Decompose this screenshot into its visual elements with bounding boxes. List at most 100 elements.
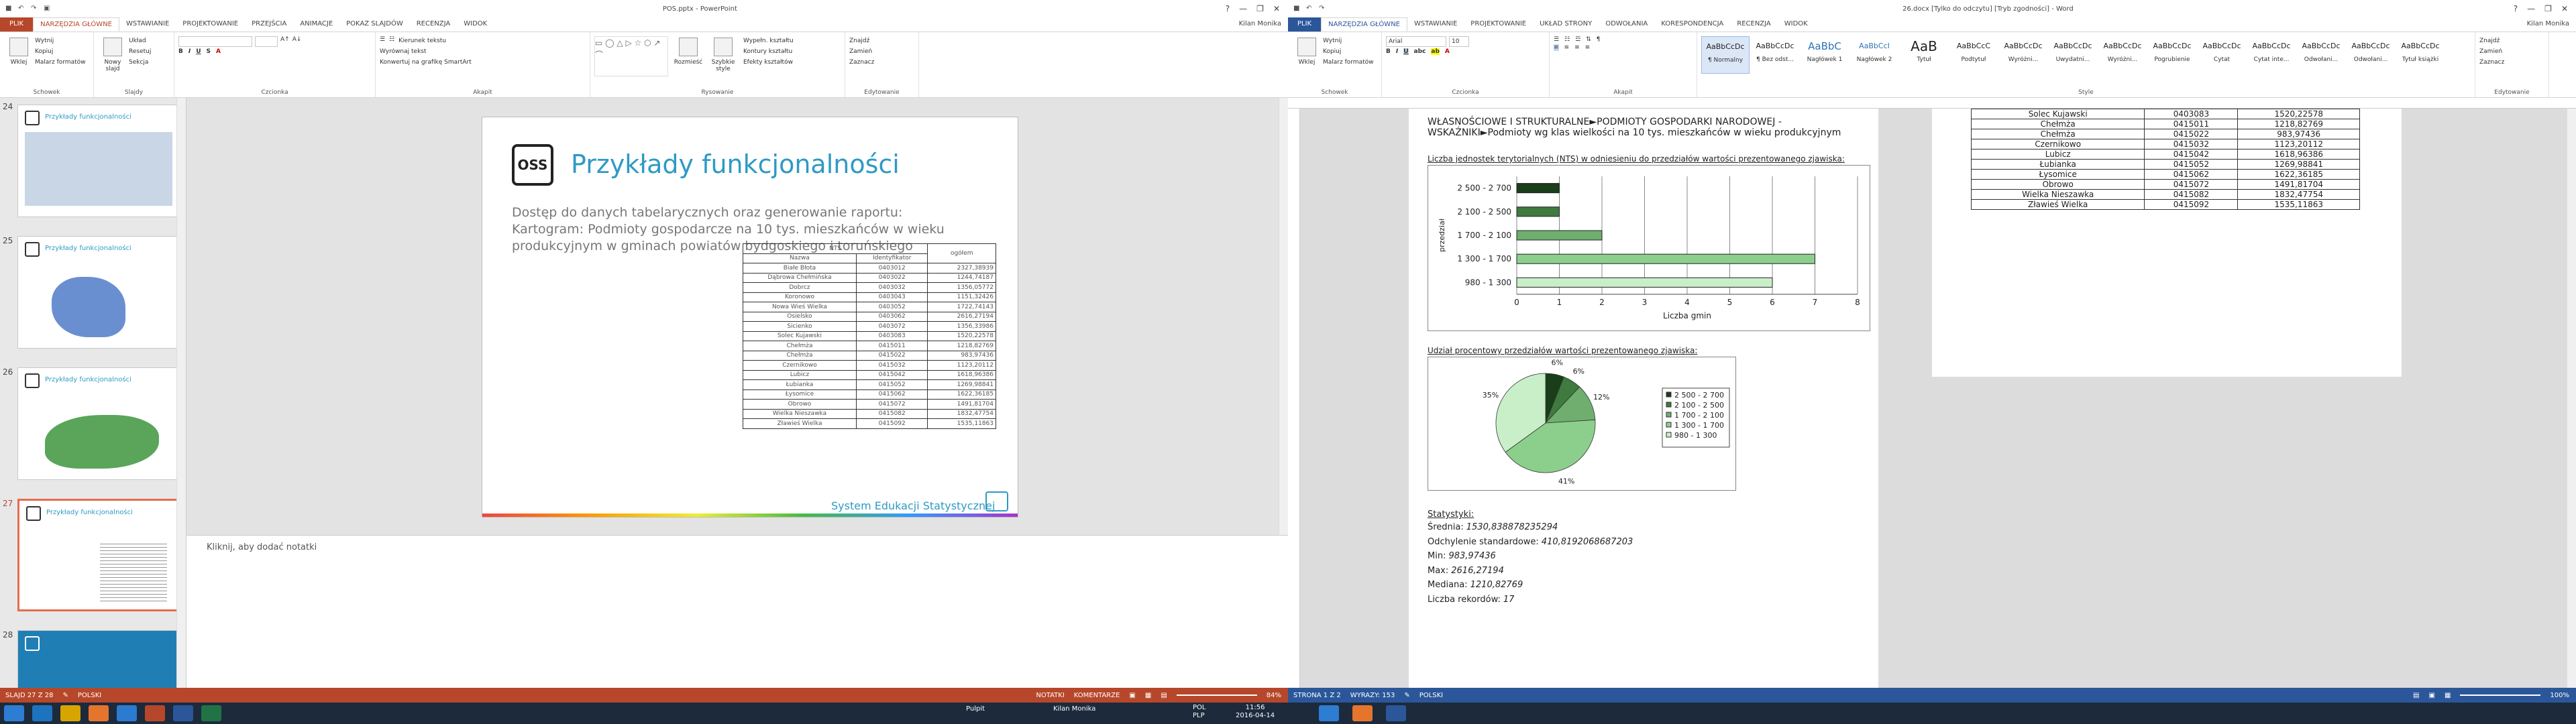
restore-icon[interactable]: ❐ — [1256, 4, 1264, 13]
format-painter-button[interactable]: Malarz formatów — [35, 58, 85, 67]
bullets-icon[interactable]: ☰ — [380, 36, 385, 46]
taskbar-app-firefox-icon[interactable] — [89, 705, 109, 721]
tab-layout[interactable]: UKŁAD STRONY — [1533, 17, 1599, 32]
format-painter-button[interactable]: Malarz formatów — [1323, 58, 1373, 67]
tab-transitions[interactable]: PRZEJŚCIA — [245, 17, 293, 32]
word-count[interactable]: WYRAZY: 153 — [1350, 692, 1395, 699]
view-normal-icon[interactable]: ▣ — [1129, 692, 1135, 699]
bullets-icon[interactable]: ☰ — [1554, 36, 1559, 43]
style-item[interactable]: AaBbCcDc Tytuł książki — [2396, 36, 2445, 74]
start-button-2[interactable] — [1319, 705, 1339, 721]
layout-button[interactable]: Układ — [129, 36, 151, 46]
copy-button[interactable]: Kopiuj — [1323, 47, 1373, 56]
tray-clock[interactable]: 11:56 2016-04-14 — [1236, 704, 1275, 720]
slide-thumbnails-pane[interactable]: 24 Przykłady funkcjonalności 25 Przykład… — [0, 98, 186, 688]
slide-scrollbar[interactable] — [1279, 98, 1288, 535]
replace-button[interactable]: Zamień — [849, 47, 914, 56]
cut-button[interactable]: Wytnij — [1323, 36, 1373, 46]
align-right-icon[interactable]: ≡ — [1574, 44, 1580, 51]
align-left-icon[interactable]: ≡ — [1554, 44, 1559, 51]
view-sorter-icon[interactable]: ▦ — [1145, 692, 1151, 699]
strike-icon[interactable]: abc — [1414, 48, 1426, 55]
zoom-level[interactable]: 100% — [2550, 692, 2569, 699]
style-item[interactable]: AaBbCcDc Cytat inte... — [2247, 36, 2296, 74]
spellcheck-icon[interactable]: ✎ — [62, 692, 68, 699]
tab-slideshow[interactable]: POKAZ SLAJDÓW — [339, 17, 410, 32]
grow-font-icon[interactable]: A↑ — [280, 36, 290, 47]
current-slide[interactable]: OSS Przykłady funkcjonalności Dostęp do … — [482, 117, 1018, 518]
italic-icon[interactable]: I — [189, 48, 191, 55]
font-color-icon[interactable]: A — [1445, 48, 1450, 55]
select-button[interactable]: Zaznacz — [2479, 58, 2544, 67]
spellcheck-icon[interactable]: ✎ — [1404, 692, 1409, 699]
undo-icon[interactable]: ↶ — [18, 5, 27, 13]
zoom-slider[interactable] — [1176, 695, 1257, 696]
numbering-icon[interactable]: ☷ — [389, 36, 394, 46]
style-item[interactable]: AaBbCcDc Wyróżni... — [2098, 36, 2147, 74]
slide-thumb-27[interactable]: Przykłady funkcjonalności — [17, 499, 178, 611]
slide-title[interactable]: Przykłady funkcjonalności — [571, 149, 900, 179]
save-icon[interactable]: ■ — [5, 5, 14, 13]
reset-button[interactable]: Resetuj — [129, 47, 151, 56]
highlight-icon[interactable]: ab — [1431, 48, 1440, 55]
shapes-gallery[interactable]: ▭ ◯ △ ▷ ☆ ⬡ ↗ ⌒ — [594, 36, 668, 76]
taskbar-app-explorer-icon[interactable] — [60, 705, 80, 721]
font-name-combo[interactable]: Arial — [1386, 36, 1446, 47]
thumbs-scrollbar[interactable] — [176, 98, 186, 688]
justify-icon[interactable]: ≡ — [1585, 44, 1591, 51]
taskbar-app-powerpoint-icon[interactable] — [145, 705, 165, 721]
bold-icon[interactable]: B — [178, 48, 183, 55]
help-icon[interactable]: ? — [2514, 4, 2518, 13]
minimize-icon[interactable]: — — [1239, 4, 1247, 13]
pilcrow-icon[interactable]: ¶ — [1597, 36, 1601, 43]
shrink-font-icon[interactable]: A↓ — [292, 36, 302, 47]
page-counter[interactable]: STRONA 1 Z 2 — [1293, 692, 1341, 699]
font-size-combo[interactable] — [255, 36, 278, 47]
paste-button[interactable]: Wklej — [1292, 36, 1322, 86]
underline-icon[interactable]: U — [196, 48, 201, 55]
taskbar2-app-firefox-icon[interactable] — [1352, 705, 1373, 721]
tab-references[interactable]: ODWOŁANIA — [1599, 17, 1654, 32]
notes-button[interactable]: NOTATKI — [1036, 692, 1064, 699]
style-item[interactable]: AaBbCcDc ¶ Bez odst... — [1751, 36, 1799, 74]
help-icon[interactable]: ? — [1226, 4, 1230, 13]
align-text-button[interactable]: Wyrównaj tekst — [380, 47, 586, 56]
style-item[interactable]: AaB Tytuł — [1900, 36, 1948, 74]
redo-icon[interactable]: ↷ — [31, 5, 40, 13]
pie-chart[interactable]: 6% 6% 12% 41% 35% 2 500 - 2 700 2 100 - 2 500 1… — [1428, 357, 1736, 491]
tray-label[interactable]: Pulpit — [966, 705, 985, 713]
paste-button[interactable]: Wklej — [4, 36, 34, 86]
close-icon[interactable]: ✕ — [1273, 4, 1280, 13]
taskbar-app-outlook-icon[interactable] — [117, 705, 137, 721]
font-size-combo[interactable]: 10 — [1449, 36, 1469, 47]
taskbar-app-word-icon[interactable] — [173, 705, 193, 721]
find-button[interactable]: Znajdź — [849, 36, 914, 46]
view-reading-icon[interactable]: ▤ — [1161, 692, 1167, 699]
notes-pane[interactable]: Kliknij, aby dodać notatki — [186, 535, 1288, 688]
taskbar-app-excel-icon[interactable] — [201, 705, 221, 721]
vertical-ruler[interactable] — [1288, 109, 1300, 688]
tab-mailings[interactable]: KORESPONDENCJA — [1654, 17, 1730, 32]
close-icon[interactable]: ✕ — [2561, 4, 2568, 13]
horizontal-ruler[interactable] — [1288, 98, 2576, 109]
multilevel-icon[interactable]: ☲ — [1575, 36, 1580, 43]
copy-button[interactable]: Kopiuj — [35, 47, 85, 56]
style-item[interactable]: AaBbCcDc ¶ Normalny — [1701, 36, 1750, 74]
taskbar-app-ie-icon[interactable] — [32, 705, 52, 721]
style-item[interactable]: AaBbCcDc Uwydatni... — [2049, 36, 2097, 74]
style-item[interactable]: AaBbCcDc Pogrubienie — [2148, 36, 2196, 74]
shape-outline-button[interactable]: Kontury kształtu — [743, 47, 794, 56]
minimize-icon[interactable]: — — [2527, 4, 2535, 13]
zoom-level[interactable]: 84% — [1267, 692, 1281, 699]
section-button[interactable]: Sekcja — [129, 58, 151, 67]
language-indicator[interactable]: POLSKI — [1419, 692, 1443, 699]
tray-language[interactable]: POL PLP — [1193, 704, 1205, 720]
save-icon[interactable]: ■ — [1293, 5, 1302, 13]
start-button[interactable] — [4, 705, 24, 721]
style-item[interactable]: AaBbCcI Nagłówek 2 — [1850, 36, 1898, 74]
zoom-slider[interactable] — [2460, 695, 2541, 696]
new-slide-button[interactable]: Nowy slajd — [98, 36, 127, 86]
tab-home[interactable]: NARZĘDZIA GŁÓWNE — [33, 17, 119, 32]
user-account[interactable]: Kilan Monika — [1232, 17, 1288, 32]
language-indicator[interactable]: POLSKI — [78, 692, 101, 699]
